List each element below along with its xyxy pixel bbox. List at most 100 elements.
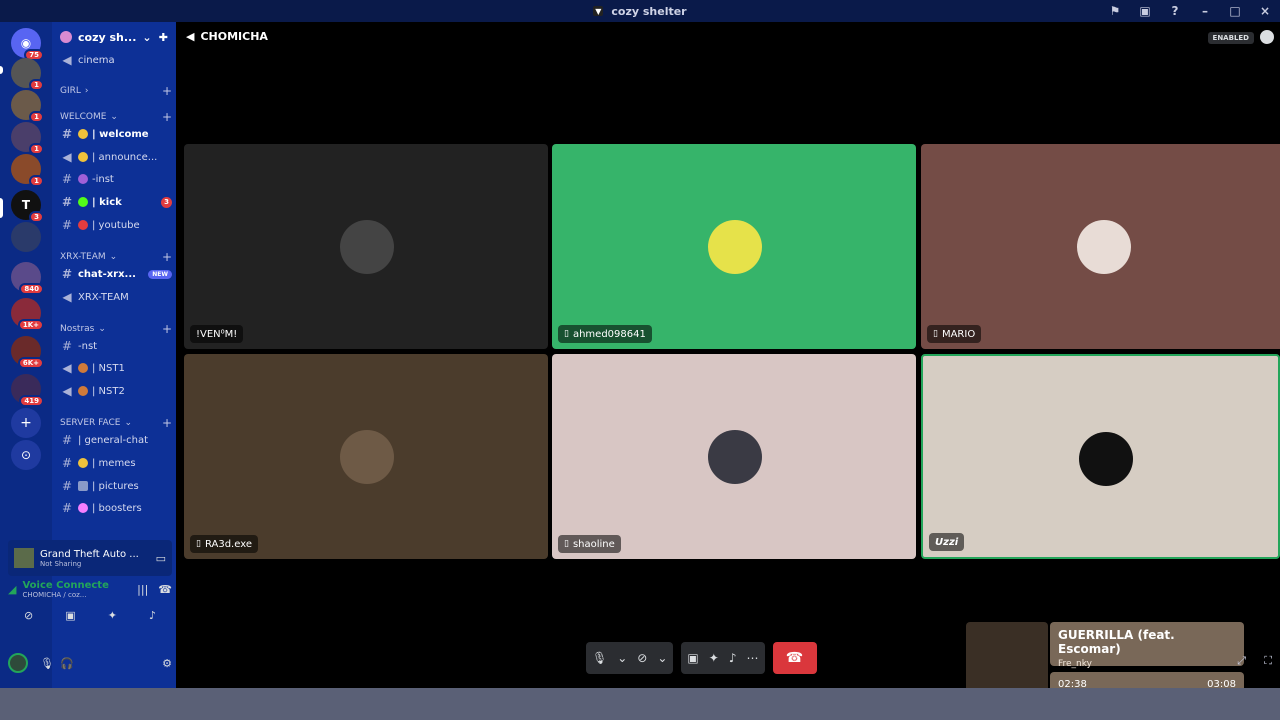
mic-control[interactable]: 🎙 ⌄ ⊘ ⌄ [586, 642, 674, 674]
more-icon[interactable]: ⋯ [747, 651, 759, 665]
participant-tile[interactable]: ▯ MARIO [921, 144, 1280, 349]
channel-kick[interactable]: # | kick 3 [60, 192, 172, 212]
minimize-button[interactable]: – [1190, 0, 1220, 22]
server-folder[interactable]: 6K+ [11, 336, 44, 369]
participant-tile[interactable]: ▯ RA3d.exe [184, 354, 548, 559]
server-badge: 6K+ [17, 357, 44, 369]
track-info: GUERRILLA (feat. Escomar) Fre_nky [1050, 622, 1244, 669]
microphone-icon[interactable]: 🎙 [40, 657, 54, 670]
server-icon[interactable]: 1 [11, 122, 44, 155]
channel-boosters[interactable]: # | boosters [60, 498, 172, 518]
channel-label: | general-chat [78, 434, 149, 446]
disconnect-icon[interactable]: ☎ [158, 583, 172, 596]
camera-off-icon[interactable]: ⊘ [24, 609, 33, 622]
soundboard-icon[interactable]: ♪ [729, 651, 737, 665]
category-welcome[interactable]: WELCOME ⌄ + [60, 110, 172, 124]
heart-icon [78, 129, 88, 139]
channel-youtube[interactable]: # | youtube [60, 215, 172, 235]
voice-channel[interactable]: CHOMICHA / coz... [22, 591, 108, 599]
channel-welcome[interactable]: # | welcome [60, 124, 172, 144]
screen-share-icon[interactable]: ▣ [687, 651, 698, 665]
category-girl[interactable]: GIRL › + [60, 84, 172, 98]
activities-icon[interactable]: ✦ [709, 651, 719, 665]
close-button[interactable]: × [1250, 0, 1280, 22]
noise-suppression-icon[interactable]: ||| [137, 583, 148, 596]
channel-nst2[interactable]: ◀ | NST2 [60, 381, 172, 401]
chevron-down-icon: ⌄ [98, 324, 106, 334]
activity-panel[interactable]: Grand Theft Auto ... Not Sharing ▭ [8, 540, 172, 576]
category-server-face[interactable]: SERVER FACE ⌄ + [60, 416, 172, 430]
category-nostras[interactable]: Nostras ⌄ + [60, 322, 172, 336]
channel-nst[interactable]: # -nst [60, 336, 172, 356]
camera-off-icon[interactable]: ⊘ [637, 651, 647, 665]
add-channel-icon[interactable]: + [162, 250, 172, 264]
channel-memes[interactable]: # | memes [60, 453, 172, 473]
channel-xrx-team[interactable]: ◀ XRX-TEAM [60, 287, 172, 307]
channel-pictures[interactable]: # | pictures [60, 476, 172, 496]
server-icon[interactable]: 1 [11, 154, 44, 187]
participant-tile[interactable]: ▯ ahmed098641 [552, 144, 916, 349]
server-folder[interactable]: 1K+ [11, 298, 44, 331]
invite-icon[interactable]: ✚ [159, 31, 168, 44]
microphone-icon[interactable]: 🎙 [592, 651, 607, 665]
enabled-badge[interactable]: ENABLED [1207, 32, 1254, 44]
add-channel-icon[interactable]: + [162, 416, 172, 430]
chevron-down-icon: ⌄ [142, 30, 152, 44]
channel-nst1[interactable]: ◀ | NST1 [60, 358, 172, 378]
channel-label: | youtube [92, 219, 140, 231]
participant-tile[interactable]: !VEN⁰M! [184, 144, 548, 349]
avatar[interactable] [8, 653, 28, 673]
category-label: WELCOME [60, 112, 107, 122]
participant-tile[interactable]: ▯ shaoline [552, 354, 916, 559]
screen-share-icon[interactable]: ▣ [1130, 0, 1160, 22]
stream-icon[interactable]: ▭ [156, 552, 166, 565]
popout-icon[interactable]: ⤢ [1237, 654, 1246, 668]
headphones-icon[interactable]: 🎧 [60, 657, 74, 670]
help-icon[interactable]: ? [1160, 0, 1190, 22]
server-icon[interactable] [11, 222, 41, 252]
guild-header[interactable]: cozy sh... ⌄ ✚ [52, 22, 176, 52]
screen-share-icon[interactable]: ▣ [65, 609, 75, 622]
server-icon[interactable]: 1 [11, 58, 44, 91]
chat-icon[interactable] [1260, 30, 1274, 44]
mobile-icon: ▯ [196, 539, 201, 549]
call-actions: ▣ ✦ ♪ ⋯ [681, 642, 765, 674]
chevron-down-icon[interactable]: ⌄ [657, 651, 667, 665]
chevron-down-icon: ⌄ [110, 112, 118, 122]
server-icon[interactable]: 1 [11, 90, 44, 123]
hangup-button[interactable]: ☎ [772, 642, 817, 674]
participant-label: !VEN⁰M! [190, 325, 244, 343]
new-badge: NEW [148, 269, 172, 279]
kick-icon [78, 197, 88, 207]
explore-icon[interactable]: ⊙ [11, 440, 41, 470]
activities-icon[interactable]: ✦ [108, 609, 117, 622]
soundboard-icon[interactable]: ♪ [149, 609, 156, 622]
maximize-button[interactable]: □ [1220, 0, 1250, 22]
add-channel-icon[interactable]: + [162, 110, 172, 124]
hash-icon: # [61, 195, 73, 209]
activity-title: Grand Theft Auto ... [40, 548, 139, 560]
channel-chat-xrx[interactable]: # chat-xrx... NEW [60, 264, 172, 284]
channel-cinema[interactable]: ◀ cinema [60, 50, 172, 70]
chevron-down-icon: ⌄ [109, 252, 118, 262]
server-icon-cozy-shelter[interactable]: T3 [11, 190, 44, 223]
settings-gear-icon[interactable]: ⚙ [162, 657, 172, 670]
category-xrx-team[interactable]: XRX-TEAM ⌄ + [60, 250, 172, 264]
category-label: SERVER FACE [60, 418, 121, 428]
add-channel-icon[interactable]: + [162, 322, 172, 336]
participant-avatar [708, 220, 762, 274]
channel-inst[interactable]: # -inst [60, 169, 172, 189]
inbox-icon[interactable]: ⚑ [1100, 0, 1130, 22]
participant-tile-speaking[interactable]: Uzzi [921, 354, 1280, 559]
megaphone-icon: ◀ [62, 150, 72, 164]
server-folder[interactable]: 419 [11, 374, 44, 407]
server-folder[interactable]: 840 [11, 262, 44, 295]
channel-announcements[interactable]: ◀ | announce... [60, 147, 172, 167]
channel-general-chat[interactable]: # | general-chat [60, 430, 172, 450]
add-channel-icon[interactable]: + [162, 84, 172, 98]
home-button[interactable]: ◉ 75 [11, 28, 44, 61]
category-label: Nostras [60, 324, 95, 334]
chevron-down-icon[interactable]: ⌄ [617, 651, 627, 665]
fullscreen-icon[interactable]: ⛶ [1264, 654, 1272, 668]
add-server-icon[interactable]: + [11, 408, 41, 438]
